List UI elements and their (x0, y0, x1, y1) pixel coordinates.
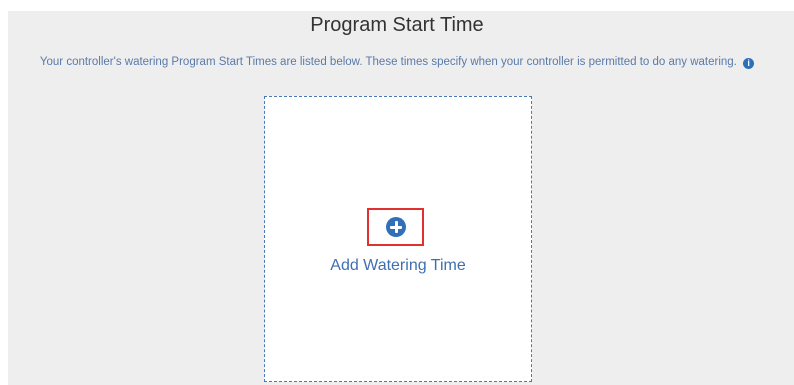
program-start-time-page: Program Start Time Your controller's wat… (0, 0, 794, 385)
description-text: Your controller's watering Program Start… (39, 56, 737, 68)
plus-circle-icon[interactable] (386, 217, 406, 237)
page-title: Program Start Time (310, 14, 484, 36)
add-watering-time-button[interactable]: Add Watering Time (265, 255, 531, 277)
add-watering-time-card[interactable]: Add Watering Time (264, 96, 532, 382)
info-circle-icon[interactable]: i (743, 58, 755, 69)
description-row: Your controller's watering Program Start… (0, 54, 794, 70)
add-watering-time-highlight (367, 208, 424, 246)
